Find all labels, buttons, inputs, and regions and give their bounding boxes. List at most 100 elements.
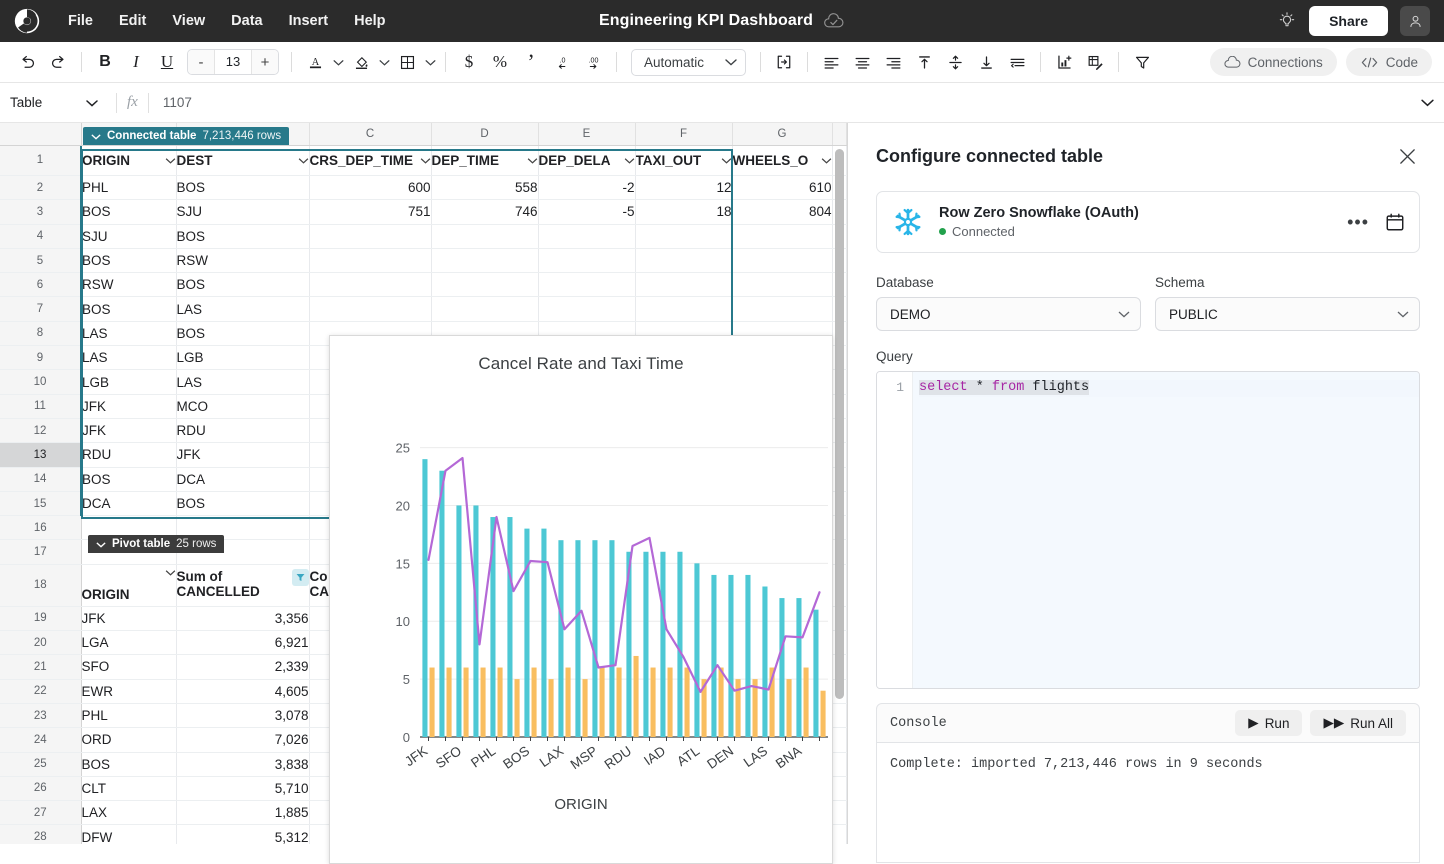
- row-header-13[interactable]: 13: [0, 443, 81, 467]
- cell-b12[interactable]: RDU: [176, 418, 309, 442]
- cell-d4[interactable]: [431, 224, 538, 248]
- cell-g5[interactable]: [732, 248, 832, 272]
- cell-a12[interactable]: JFK: [81, 418, 176, 442]
- pivot-cell-c8[interactable]: [832, 752, 847, 776]
- pivot-cell-cancelled[interactable]: 6,921: [176, 631, 309, 655]
- cell-a1[interactable]: ORIGIN: [81, 146, 176, 176]
- italic-button[interactable]: I: [121, 48, 151, 76]
- cell-a10[interactable]: LGB: [81, 370, 176, 394]
- row-header-6[interactable]: 6: [0, 273, 81, 297]
- table-row[interactable]: 5 BOS RSW: [0, 248, 847, 272]
- row-header-23[interactable]: 23: [0, 703, 81, 727]
- filter-button[interactable]: [1127, 48, 1157, 76]
- cell-d7[interactable]: [431, 297, 538, 321]
- cell-b9[interactable]: LGB: [176, 346, 309, 370]
- database-select[interactable]: DEMO: [876, 297, 1141, 331]
- row-header-18[interactable]: 18: [0, 564, 81, 606]
- align-middle-button[interactable]: [940, 48, 970, 76]
- avatar[interactable]: [1400, 6, 1430, 36]
- cell-f3[interactable]: 18: [635, 200, 732, 224]
- pivot-cell-origin[interactable]: DFW: [81, 825, 176, 844]
- insert-pivot-button[interactable]: [1080, 48, 1110, 76]
- cell-c3[interactable]: 751: [309, 200, 431, 224]
- close-panel-button[interactable]: [1394, 143, 1420, 169]
- pivot-cell-c8[interactable]: [832, 825, 847, 844]
- chevron-down-icon[interactable]: [721, 157, 732, 164]
- column-header-e[interactable]: E: [538, 123, 635, 145]
- row-header-21[interactable]: 21: [0, 655, 81, 679]
- cell-b13[interactable]: JFK: [176, 443, 309, 467]
- number-format-select[interactable]: Automatic: [631, 49, 746, 76]
- comma-format-button[interactable]: ’: [516, 48, 546, 76]
- pivot-cell-origin[interactable]: JFK: [81, 606, 176, 630]
- row-header-25[interactable]: 25: [0, 752, 81, 776]
- cell-f5[interactable]: [635, 248, 732, 272]
- pivot-cell-c8[interactable]: [832, 776, 847, 800]
- bold-button[interactable]: B: [90, 48, 120, 76]
- sql-code-area[interactable]: select * from flights: [913, 372, 1419, 688]
- row-header-27[interactable]: 27: [0, 801, 81, 825]
- connected-table-banner[interactable]: Connected table 7,213,446 rows: [83, 127, 289, 145]
- cell-a9[interactable]: LAS: [81, 346, 176, 370]
- column-filter-icon[interactable]: [292, 569, 309, 586]
- cell-b11[interactable]: MCO: [176, 394, 309, 418]
- pivot-col-cancelled[interactable]: Sum ofCANCELLED: [176, 564, 309, 606]
- table-row[interactable]: 2 PHL BOS 600 558 -2 12 610: [0, 176, 847, 200]
- chevron-down-icon[interactable]: [165, 157, 176, 164]
- font-size-decrease[interactable]: -: [188, 50, 214, 74]
- cell-a4[interactable]: SJU: [81, 224, 176, 248]
- cell-c7[interactable]: [309, 297, 431, 321]
- decrease-decimal-button[interactable]: .0: [547, 48, 577, 76]
- cell-e1[interactable]: DEP_DELA: [538, 146, 635, 176]
- cell-d3[interactable]: 746: [431, 200, 538, 224]
- row-header-28[interactable]: 28: [0, 825, 81, 844]
- row-header-17[interactable]: 17: [0, 540, 81, 564]
- pivot-cell-c8[interactable]: [832, 728, 847, 752]
- pivot-cell-origin[interactable]: LGA: [81, 631, 176, 655]
- cell-a7[interactable]: BOS: [81, 297, 176, 321]
- pivot-cell-cancelled[interactable]: 5,710: [176, 776, 309, 800]
- connection-card[interactable]: Row Zero Snowflake (OAuth) Connected •••: [876, 191, 1420, 253]
- cell-g1[interactable]: WHEELS_O: [732, 146, 832, 176]
- cell-e4[interactable]: [538, 224, 635, 248]
- cell-e7[interactable]: [538, 297, 635, 321]
- cell-d5[interactable]: [431, 248, 538, 272]
- row-header-20[interactable]: 20: [0, 631, 81, 655]
- pivot-table-banner[interactable]: Pivot table 25 rows: [88, 535, 224, 553]
- row-header-3[interactable]: 3: [0, 200, 81, 224]
- cell-a13[interactable]: RDU: [81, 443, 176, 467]
- row-header-4[interactable]: 4: [0, 224, 81, 248]
- percent-format-button[interactable]: %: [485, 48, 515, 76]
- cell-g6[interactable]: [732, 273, 832, 297]
- increase-decimal-button[interactable]: .00: [578, 48, 608, 76]
- pivot-cell-origin[interactable]: SFO: [81, 655, 176, 679]
- column-header-h[interactable]: [832, 123, 847, 145]
- row-header-19[interactable]: 19: [0, 606, 81, 630]
- row-header-24[interactable]: 24: [0, 728, 81, 752]
- cell-a11[interactable]: JFK: [81, 394, 176, 418]
- cell-g3[interactable]: 804: [732, 200, 832, 224]
- cell-c2[interactable]: 600: [309, 176, 431, 200]
- text-color-button[interactable]: A: [300, 48, 330, 76]
- column-header-f[interactable]: F: [635, 123, 732, 145]
- cell-e2[interactable]: -2: [538, 176, 635, 200]
- code-button[interactable]: Code: [1346, 48, 1432, 76]
- table-row[interactable]: 1 ORIGIN DEST CRS_DEP_TIME DEP_TIME: [0, 146, 847, 176]
- share-button[interactable]: Share: [1309, 6, 1388, 36]
- pivot-cell-origin[interactable]: ORD: [81, 728, 176, 752]
- cell-f6[interactable]: [635, 273, 732, 297]
- cell-a15[interactable]: DCA: [81, 491, 176, 515]
- table-row[interactable]: 3 BOS SJU 751 746 -5 18 804: [0, 200, 847, 224]
- cell-g7[interactable]: [732, 297, 832, 321]
- column-header-g[interactable]: G: [732, 123, 832, 145]
- pivot-cell-origin[interactable]: EWR: [81, 679, 176, 703]
- pivot-col-origin[interactable]: ORIGIN: [81, 564, 176, 606]
- row-header-8[interactable]: 8: [0, 321, 81, 345]
- borders-button[interactable]: [392, 48, 422, 76]
- align-center-button[interactable]: [847, 48, 877, 76]
- formula-expand-button[interactable]: [1410, 98, 1444, 107]
- cell-f4[interactable]: [635, 224, 732, 248]
- pivot-cell-cancelled[interactable]: 5,312: [176, 825, 309, 844]
- cell-f2[interactable]: 12: [635, 176, 732, 200]
- row-header-26[interactable]: 26: [0, 776, 81, 800]
